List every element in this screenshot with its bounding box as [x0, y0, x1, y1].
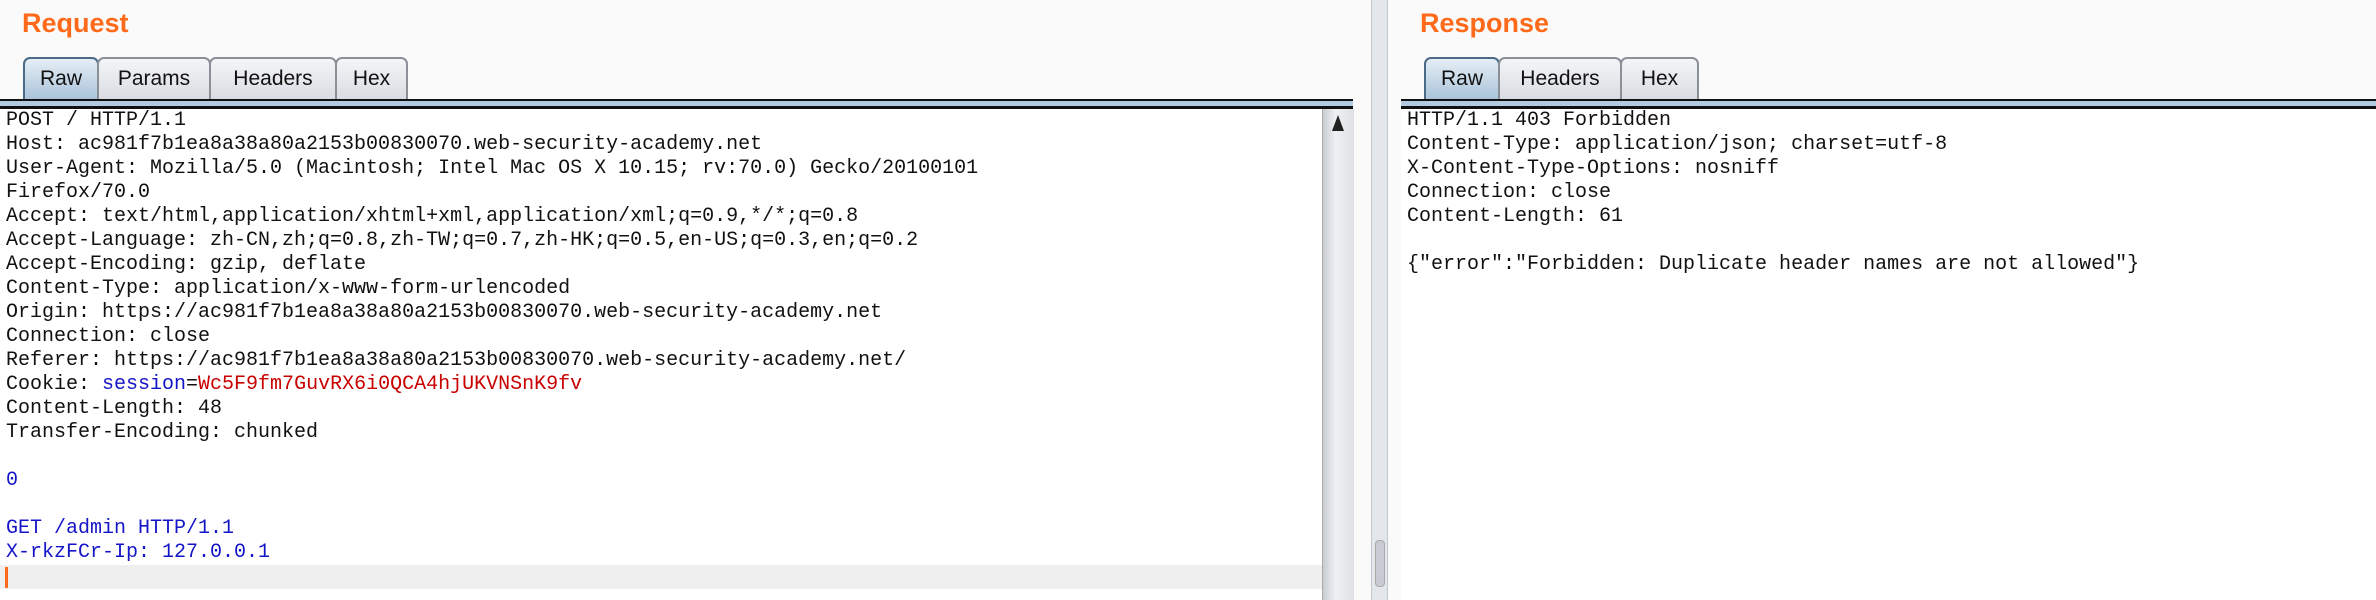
request-scrollbar[interactable] [1322, 109, 1354, 600]
tab-hex[interactable]: Hex [1620, 57, 1699, 99]
cookie-equals: = [186, 373, 199, 396]
line-text: Connection: close [1407, 181, 1612, 204]
code-line: Content-Type: application/x-www-form-url… [0, 277, 1322, 301]
response-editor[interactable]: HTTP/1.1 403 Forbidden Content-Type: appl… [1401, 109, 2376, 600]
code-line: POST / HTTP/1.1 [0, 109, 1322, 133]
code-line: 0 [0, 469, 1322, 493]
code-line: Transfer-Encoding: chunked [0, 421, 1322, 445]
line-text: Content-Length: 61 [1407, 205, 1624, 228]
code-line: X-Content-Type-Options: nosniff [1401, 157, 2376, 181]
line-text: Referer: https://ac981f7b1ea8a38a80a2153… [6, 349, 907, 372]
line-text: POST / HTTP/1.1 [6, 109, 187, 132]
response-title: Response [1420, 8, 1550, 38]
line-text: Accept-Encoding: gzip, deflate [6, 253, 367, 276]
request-tabs: Raw Params Headers Hex [23, 57, 408, 101]
code-line: Connection: close [0, 325, 1322, 349]
line-text: 0 [6, 469, 19, 492]
response-pane: Response Raw Headers Hex HTTP/1.1 403 Forb… [1401, 0, 2376, 600]
split-pane-divider[interactable] [1371, 0, 1388, 600]
line-text: {"error":"Forbidden: Duplicate header na… [1407, 253, 2140, 276]
line-text: HTTP/1.1 403 Forbidden [1407, 109, 1672, 132]
request-raw-text[interactable]: POST / HTTP/1.1 Host: ac981f7b1ea8a38a80a… [0, 109, 1322, 589]
code-line: Content-Length: 61 [1401, 205, 2376, 229]
request-pane: Request Raw Params Headers Hex POST / HTTP/… [0, 0, 1354, 600]
code-line: Accept: text/html,application/xhtml+xml,… [0, 205, 1322, 229]
line-text: Host: ac981f7b1ea8a38a80a2153b00830070.w… [6, 133, 763, 156]
tab-headers[interactable]: Headers [209, 57, 337, 99]
line-text: Transfer-Encoding: chunked [6, 421, 319, 444]
cookie-name: session [102, 373, 187, 396]
cookie-header-name: Cookie: [6, 373, 103, 396]
code-line: Referer: https://ac981f7b1ea8a38a80a2153… [0, 349, 1322, 373]
request-editor[interactable]: POST / HTTP/1.1 Host: ac981f7b1ea8a38a80a… [0, 109, 1322, 600]
code-line: Origin: https://ac981f7b1ea8a38a80a2153b… [0, 301, 1322, 325]
code-line: Firefox/70.0 [0, 181, 1322, 205]
code-line: Host: ac981f7b1ea8a38a80a2153b00830070.w… [0, 133, 1322, 157]
code-line: HTTP/1.1 403 Forbidden [1401, 109, 2376, 133]
tab-raw[interactable]: Raw [23, 57, 99, 99]
tab-hex[interactable]: Hex [335, 57, 408, 99]
line-text: X-rkzFCr-Ip: 127.0.0.1 [6, 541, 271, 564]
line-text: Content-Type: application/json; charset=… [1407, 133, 1948, 156]
response-tabs: Raw Headers Hex [1424, 57, 1699, 101]
text-caret [5, 567, 8, 588]
code-line [0, 565, 1322, 589]
tab-raw[interactable]: Raw [1424, 57, 1500, 99]
code-line: Connection: close [1401, 181, 2376, 205]
code-line: Accept-Encoding: gzip, deflate [0, 253, 1322, 277]
tab-bar-underline [0, 99, 1353, 109]
line-text: Origin: https://ac981f7b1ea8a38a80a2153b… [6, 301, 883, 324]
line-text: Accept: text/html,application/xhtml+xml,… [6, 205, 859, 228]
cookie-value: Wc5F9fm7GuvRX6i0QCA4hjUKVNSnK9fv [198, 373, 583, 396]
code-line: User-Agent: Mozilla/5.0 (Macintosh; Inte… [0, 157, 1322, 181]
line-text: GET /admin HTTP/1.1 [6, 517, 235, 540]
line-text: X-Content-Type-Options: nosniff [1407, 157, 1780, 180]
code-line: GET /admin HTTP/1.1 [0, 517, 1322, 541]
line-text: Content-Length: 48 [6, 397, 223, 420]
response-raw-text[interactable]: HTTP/1.1 403 Forbidden Content-Type: appl… [1401, 109, 2376, 277]
scroll-up-arrow-icon[interactable] [1332, 115, 1344, 131]
line-text: Firefox/70.0 [6, 181, 151, 204]
code-line: Cookie: session=Wc5F9fm7GuvRX6i0QCA4hjUK… [0, 373, 1322, 397]
line-text: User-Agent: Mozilla/5.0 (Macintosh; Inte… [6, 157, 979, 180]
request-title: Request [22, 8, 129, 38]
code-line: Accept-Language: zh-CN,zh;q=0.8,zh-TW;q=… [0, 229, 1322, 253]
line-text: Connection: close [6, 325, 211, 348]
code-line: {"error":"Forbidden: Duplicate header na… [1401, 253, 2376, 277]
tab-headers[interactable]: Headers [1498, 57, 1622, 99]
code-line: Content-Type: application/json; charset=… [1401, 133, 2376, 157]
line-text: Accept-Language: zh-CN,zh;q=0.8,zh-TW;q=… [6, 229, 919, 252]
code-line: X-rkzFCr-Ip: 127.0.0.1 [0, 541, 1322, 565]
line-text: Content-Type: application/x-www-form-url… [6, 277, 571, 300]
divider-grip-handle[interactable] [1375, 540, 1385, 587]
tab-params[interactable]: Params [97, 57, 211, 99]
tab-bar-underline [1401, 99, 2376, 109]
code-line: Content-Length: 48 [0, 397, 1322, 421]
